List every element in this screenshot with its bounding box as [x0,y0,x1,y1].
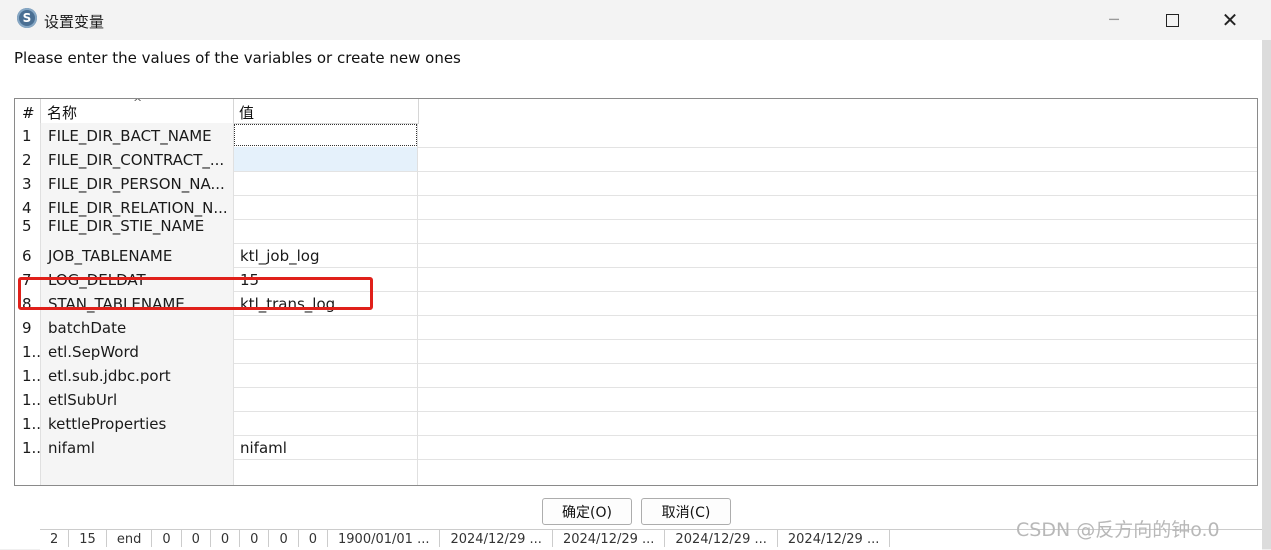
row-number-cell: 1.. [15,411,40,435]
value-cell[interactable] [233,459,418,485]
instruction-text: Please enter the values of the variables… [14,49,461,67]
watermark-text: CSDN @反方向的钟o.0 [1016,519,1220,541]
background-cell: 0 [240,530,270,547]
table-header: # 名称 ^ 值 [15,99,419,124]
name-cell[interactable]: kettleProperties [40,411,233,435]
background-cell: 2024/12/29 ... [665,530,778,547]
table-row[interactable]: 6 JOB_TABLENAME ktl_job_log [15,243,1257,268]
maximize-button[interactable] [1143,0,1201,40]
value-cell[interactable]: ktl_job_log [233,243,418,267]
table-row[interactable]: 1.. etl.sub.jdbc.port [15,363,1257,388]
value-cell[interactable] [233,195,418,219]
table-row[interactable]: 1.. kettleProperties [15,411,1257,436]
column-header-value[interactable]: 值 [239,99,254,123]
window-title: 设置变量 [44,13,105,31]
ok-button[interactable]: 确定(O) [542,498,632,525]
background-cell: 0 [152,530,182,547]
name-cell[interactable] [40,459,233,485]
name-cell[interactable]: JOB_TABLENAME [40,243,233,267]
table-row[interactable]: 1.. nifaml nifaml [15,435,1257,460]
name-cell[interactable]: etl.SepWord [40,339,233,363]
row-number-cell: 1.. [15,363,40,387]
value-cell[interactable] [233,339,418,363]
row-number-cell: 1.. [15,435,40,459]
name-cell[interactable]: etl.sub.jdbc.port [40,363,233,387]
background-cell: 2024/12/29 ... [778,530,891,547]
app-logo-icon: S [17,8,37,28]
name-cell[interactable]: FILE_DIR_BACT_NAME [40,123,233,147]
row-number-cell: 1 [15,123,40,147]
table-row[interactable]: 5 FILE_DIR_STIE_NAME [15,219,1257,244]
minimize-button[interactable]: ─ [1085,0,1143,40]
background-cell: 0 [299,530,329,547]
column-header-name[interactable]: 名称 [47,99,77,123]
sort-ascending-icon: ^ [133,98,143,109]
background-cell: 2024/12/29 ... [440,530,553,547]
name-cell[interactable]: FILE_DIR_STIE_NAME [40,219,233,243]
maximize-icon [1165,14,1179,27]
name-cell[interactable]: FILE_DIR_RELATION_N... [40,195,233,219]
value-cell[interactable] [233,315,418,339]
value-cell[interactable] [233,387,418,411]
highlight-annotation-box [18,277,373,310]
name-cell[interactable]: etlSubUrl [40,387,233,411]
column-divider[interactable] [418,99,419,123]
row-number-cell: 9 [15,315,40,339]
background-cell: 0 [211,530,241,547]
value-cell[interactable] [233,219,418,243]
background-cell: 2 [40,530,70,547]
value-cell[interactable] [233,363,418,387]
background-cell: 15 [69,530,107,547]
row-number-cell: 2 [15,147,40,171]
background-cell: 0 [182,530,211,547]
table-row[interactable]: 9 batchDate [15,315,1257,340]
window-edge [1262,40,1271,549]
name-cell[interactable]: batchDate [40,315,233,339]
value-cell[interactable] [233,411,418,435]
dialog-body: Please enter the values of the variables… [0,40,1262,549]
row-number-cell: 5 [15,219,40,243]
row-number-cell: 3 [15,171,40,195]
value-cell[interactable] [233,171,418,195]
name-cell[interactable]: FILE_DIR_CONTRACT_... [40,147,233,171]
title-bar: S 设置变量 ─ ✕ [0,0,1271,40]
column-divider[interactable] [40,99,41,123]
row-number-cell [15,459,40,483]
value-cell[interactable] [233,123,418,147]
table-row[interactable]: 2 FILE_DIR_CONTRACT_... [15,147,1257,172]
row-number-cell: 1.. [15,339,40,363]
column-header-number[interactable]: # [22,99,35,123]
name-cell[interactable]: nifaml [40,435,233,459]
cancel-button[interactable]: 取消(C) [641,498,731,525]
table-row[interactable]: 4 FILE_DIR_RELATION_N... [15,195,1257,220]
background-cell: 2024/12/29 ... [553,530,666,547]
background-cell: end [107,530,153,547]
row-number-cell: 6 [15,243,40,267]
value-cell[interactable]: nifaml [233,435,418,459]
column-divider[interactable] [233,99,234,123]
table-row-empty[interactable] [15,459,1257,485]
table-row[interactable]: 1 FILE_DIR_BACT_NAME [15,123,1257,148]
close-button[interactable]: ✕ [1201,0,1259,40]
row-number-cell: 1.. [15,387,40,411]
table-row[interactable]: 3 FILE_DIR_PERSON_NA... [15,171,1257,196]
value-cell[interactable] [233,147,418,171]
table-row[interactable]: 1.. etl.SepWord [15,339,1257,364]
background-cell: 0 [269,530,299,547]
row-number-cell: 4 [15,195,40,219]
table-row[interactable]: 1.. etlSubUrl [15,387,1257,412]
name-cell[interactable]: FILE_DIR_PERSON_NA... [40,171,233,195]
background-cell: 1900/01/01 ... [328,530,441,547]
